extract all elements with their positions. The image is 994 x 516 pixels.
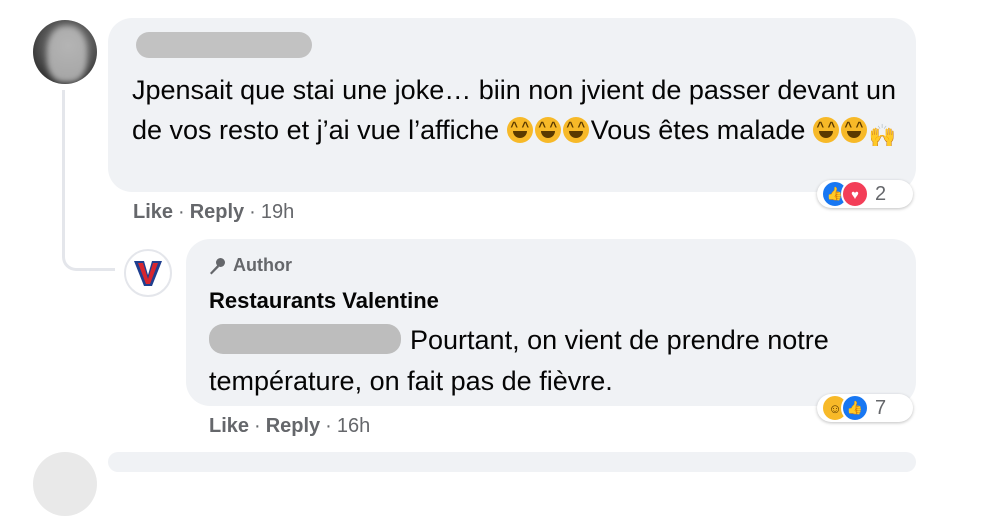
reply-actions: Like · Reply · 16h [209,415,370,438]
valentine-logo-icon [134,261,162,286]
next-commenter-avatar[interactable] [33,452,97,516]
laughing-emoji-icon [562,114,589,143]
microphone-icon [210,257,225,274]
reply-button[interactable]: Reply [190,201,244,223]
reply-timestamp[interactable]: 16h [337,415,370,437]
reaction-count: 2 [875,182,887,205]
reply-text-line-1: Pourtant, on vient de prendre notre [410,325,829,355]
redacted-mention [209,324,401,354]
like-icon: 👍 [841,394,869,422]
author-badge: Author [207,255,292,276]
separator: · [178,201,185,223]
separator: · [249,201,256,223]
like-button[interactable]: Like [133,201,173,223]
page-avatar[interactable] [124,249,172,297]
redacted-commenter-name [136,32,312,58]
reply-button[interactable]: Reply [266,415,320,437]
separator: · [254,415,261,437]
laughing-emoji-icon [534,114,561,143]
separator: · [325,415,332,437]
love-icon: ♥ [841,180,869,208]
comment-actions: Like · Reply · 19h [133,201,294,224]
reaction-count: 7 [875,396,887,419]
comment-text: Jpensait que stai une joke… biin non jvi… [132,70,902,150]
reply-text-line-2: température, on fait pas de fièvre. [209,366,613,396]
like-button[interactable]: Like [209,415,249,437]
laughing-emoji-icon [506,114,533,143]
comment-timestamp[interactable]: 19h [261,201,294,223]
laughing-emoji-icon [840,114,867,143]
author-badge-label: Author [233,255,292,275]
raised-hands-emoji-icon: 🙌 [868,123,897,148]
commenter-avatar[interactable] [33,20,97,84]
next-comment-bubble [108,452,916,472]
comment-text-part-2: Vous êtes malade [590,115,813,145]
comment-reactions[interactable]: 👍 ♥ 2 [817,180,913,208]
reply-reactions[interactable]: ☺ 👍 7 [817,394,913,422]
laughing-emoji-icon [812,114,839,143]
reply-author-name[interactable]: Restaurants Valentine [209,288,439,314]
